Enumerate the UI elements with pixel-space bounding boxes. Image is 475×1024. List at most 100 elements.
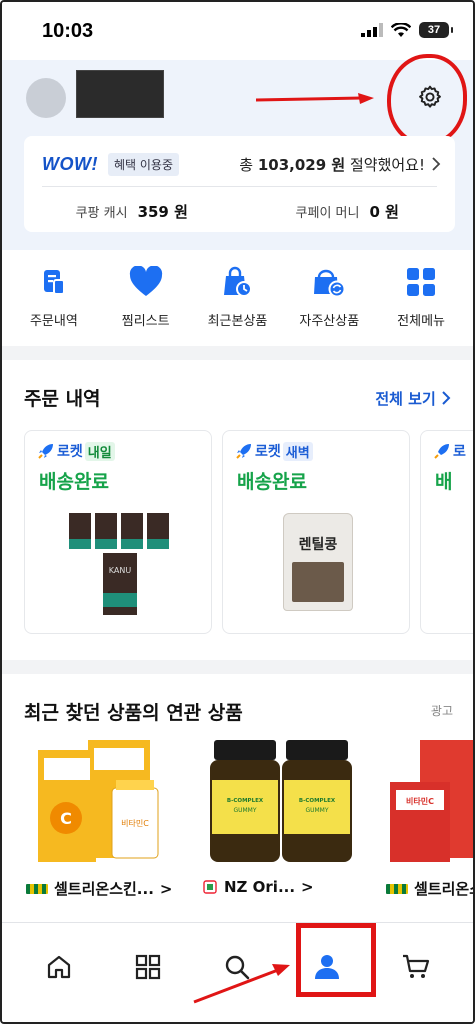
balance-row: 쿠팡 캐시 359 원 쿠페이 머니 0 원 bbox=[24, 194, 455, 228]
section-title: 주문 내역 bbox=[24, 388, 101, 410]
savings-suffix: 절약했어요! bbox=[349, 155, 425, 174]
repeat-bag-icon bbox=[311, 264, 347, 300]
rocket-icon bbox=[236, 444, 251, 459]
annotation-arrow-icon bbox=[256, 93, 374, 104]
cash-label: 쿠팡 캐시 bbox=[75, 205, 128, 221]
product-name-chevron: > bbox=[159, 879, 173, 898]
quick-menu: 주문내역 찜리스트 최근본상품 자주산상품 전체메뉴 bbox=[2, 250, 473, 346]
svg-text:B-COMPLEX: B-COMPLEX bbox=[227, 798, 264, 804]
product-image: B-COMPLEX B-COMPLEX GUMMY GUMMY bbox=[210, 740, 352, 862]
nav-cart[interactable] bbox=[384, 935, 448, 999]
rocket-delivery-badge: 로 bbox=[433, 441, 466, 461]
svg-text:비타민C: 비타민C bbox=[406, 796, 434, 806]
status-icons: 37 bbox=[361, 22, 453, 38]
quick-menu-label: 찜리스트 bbox=[121, 314, 170, 329]
wow-membership-card[interactable]: WOW! 혜택 이용중 총 103,029 원 절약했어요! 쿠팡 캐시 359… bbox=[24, 136, 455, 232]
annotation-box bbox=[296, 923, 376, 997]
redacted-username bbox=[76, 70, 164, 118]
settings-button[interactable] bbox=[415, 82, 445, 112]
receipt-icon bbox=[36, 264, 72, 300]
section-gap bbox=[2, 346, 473, 360]
product-card[interactable]: C 비타민C 셀트리온스킨... > bbox=[26, 736, 196, 899]
rocket-icon bbox=[38, 444, 53, 459]
battery-indicator: 37 bbox=[419, 22, 453, 38]
nav-home[interactable] bbox=[27, 935, 91, 999]
wow-summary-row[interactable]: WOW! 혜택 이용중 총 103,029 원 절약했어요! bbox=[42, 150, 441, 178]
svg-text:GUMMY: GUMMY bbox=[305, 807, 328, 814]
section-title: 최근 찾던 상품의 연관 상품 bbox=[24, 702, 243, 724]
delivery-status: 배 bbox=[435, 471, 453, 493]
money-value: 0 원 bbox=[369, 202, 399, 221]
app-screen: 10:03 37 WOW! 혜택 이용중 총 103,029 원 절약했어요! … bbox=[0, 0, 475, 1024]
chevron-right-icon bbox=[442, 391, 451, 405]
quick-menu-label: 자주산상품 bbox=[299, 314, 360, 329]
product-name-chevron: > bbox=[301, 878, 314, 896]
coupay-money[interactable]: 쿠페이 머니 0 원 bbox=[240, 194, 456, 228]
category-grid-icon bbox=[135, 954, 161, 980]
svg-text:B-COMPLEX: B-COMPLEX bbox=[299, 798, 336, 804]
delivery-status: 배송완료 bbox=[39, 471, 109, 493]
cash-value: 359 원 bbox=[137, 202, 188, 221]
grid-icon bbox=[403, 264, 439, 300]
quick-menu-all[interactable]: 전체메뉴 bbox=[378, 250, 464, 346]
product-name: 셀트리온스 bbox=[386, 878, 473, 899]
quick-menu-orders[interactable]: 주문내역 bbox=[11, 250, 97, 346]
quick-menu-label: 최근본상품 bbox=[207, 314, 268, 329]
see-all-label: 전체 보기 bbox=[375, 390, 436, 408]
quick-menu-frequent[interactable]: 자주산상품 bbox=[286, 250, 372, 346]
svg-text:C: C bbox=[60, 809, 72, 828]
quick-menu-label: 주문내역 bbox=[29, 314, 78, 329]
see-all-link[interactable]: 전체 보기 bbox=[375, 388, 451, 409]
rocket-label: 로켓 bbox=[57, 444, 83, 460]
quick-menu-recent[interactable]: 최근본상품 bbox=[194, 250, 280, 346]
ad-label: 광고 bbox=[430, 704, 453, 718]
product-image: C 비타민C bbox=[38, 740, 159, 862]
divider bbox=[42, 186, 437, 187]
recent-bag-icon bbox=[219, 264, 255, 300]
delivery-tag: 내일 bbox=[84, 441, 115, 461]
rocket-label: 로켓 bbox=[255, 444, 281, 460]
product-card[interactable]: B-COMPLEX B-COMPLEX GUMMY GUMMY NZ Ori..… bbox=[202, 736, 372, 896]
home-icon bbox=[47, 955, 70, 979]
avatar[interactable] bbox=[26, 78, 66, 118]
svg-text:비타민C: 비타민C bbox=[121, 818, 149, 828]
svg-text:GUMMY: GUMMY bbox=[233, 807, 256, 814]
product-name-text: 셀트리온스킨... bbox=[54, 880, 154, 898]
profile-header: WOW! 혜택 이용중 총 103,029 원 절약했어요! 쿠팡 캐시 359… bbox=[2, 54, 473, 250]
quick-menu-wishlist[interactable]: 찜리스트 bbox=[103, 250, 189, 346]
order-card[interactable]: 로켓 내일 배송완료 KANU bbox=[24, 430, 212, 634]
section-gap bbox=[2, 660, 473, 674]
savings-prefix: 총 bbox=[239, 155, 254, 174]
money-label: 쿠페이 머니 bbox=[295, 205, 360, 221]
status-bar: 10:03 37 bbox=[2, 2, 473, 60]
coupang-cash[interactable]: 쿠팡 캐시 359 원 bbox=[24, 194, 240, 228]
signal-icon bbox=[361, 23, 383, 37]
savings-amount: 103,029 원 bbox=[257, 155, 346, 174]
wow-status-badge: 혜택 이용중 bbox=[107, 152, 179, 176]
related-products-section: 최근 찾던 상품의 연관 상품 광고 C 비타민C 셀트리온스킨... > B-… bbox=[2, 674, 473, 922]
product-name: 셀트리온스킨... > bbox=[26, 878, 172, 899]
product-image: KANU bbox=[69, 513, 169, 615]
order-card[interactable]: 로켓 새벽 배송완료 렌틸콩 bbox=[222, 430, 410, 634]
seller-logo-icon bbox=[26, 883, 48, 894]
wifi-icon bbox=[391, 22, 411, 37]
rocket-delivery-badge: 로켓 내일 bbox=[37, 441, 115, 461]
quick-menu-label: 전체메뉴 bbox=[397, 314, 445, 329]
cart-icon bbox=[403, 954, 430, 978]
product-image: 비타민C bbox=[390, 740, 473, 862]
seller-logo-icon bbox=[386, 883, 408, 894]
status-time: 10:03 bbox=[42, 20, 94, 42]
rocket-icon bbox=[434, 444, 449, 459]
product-card[interactable]: 비타민C 셀트리온스 bbox=[386, 736, 473, 899]
chevron-right-icon bbox=[432, 157, 441, 171]
savings-text: 총 103,029 원 절약했어요! bbox=[239, 154, 425, 175]
delivery-status: 배송완료 bbox=[237, 471, 307, 493]
wow-logo: WOW! bbox=[42, 153, 98, 174]
order-history-section: 주문 내역 전체 보기 로켓 내일 배송완료 KANU 로켓 새벽 배송완료 렌… bbox=[2, 360, 473, 660]
product-name: NZ Ori... > bbox=[202, 878, 314, 896]
gear-icon bbox=[419, 85, 441, 108]
nav-category[interactable] bbox=[116, 935, 180, 999]
product-name-text: NZ Ori... bbox=[224, 878, 296, 896]
svg-text:KANU: KANU bbox=[109, 566, 132, 575]
order-card[interactable]: 로 배 bbox=[420, 430, 473, 634]
